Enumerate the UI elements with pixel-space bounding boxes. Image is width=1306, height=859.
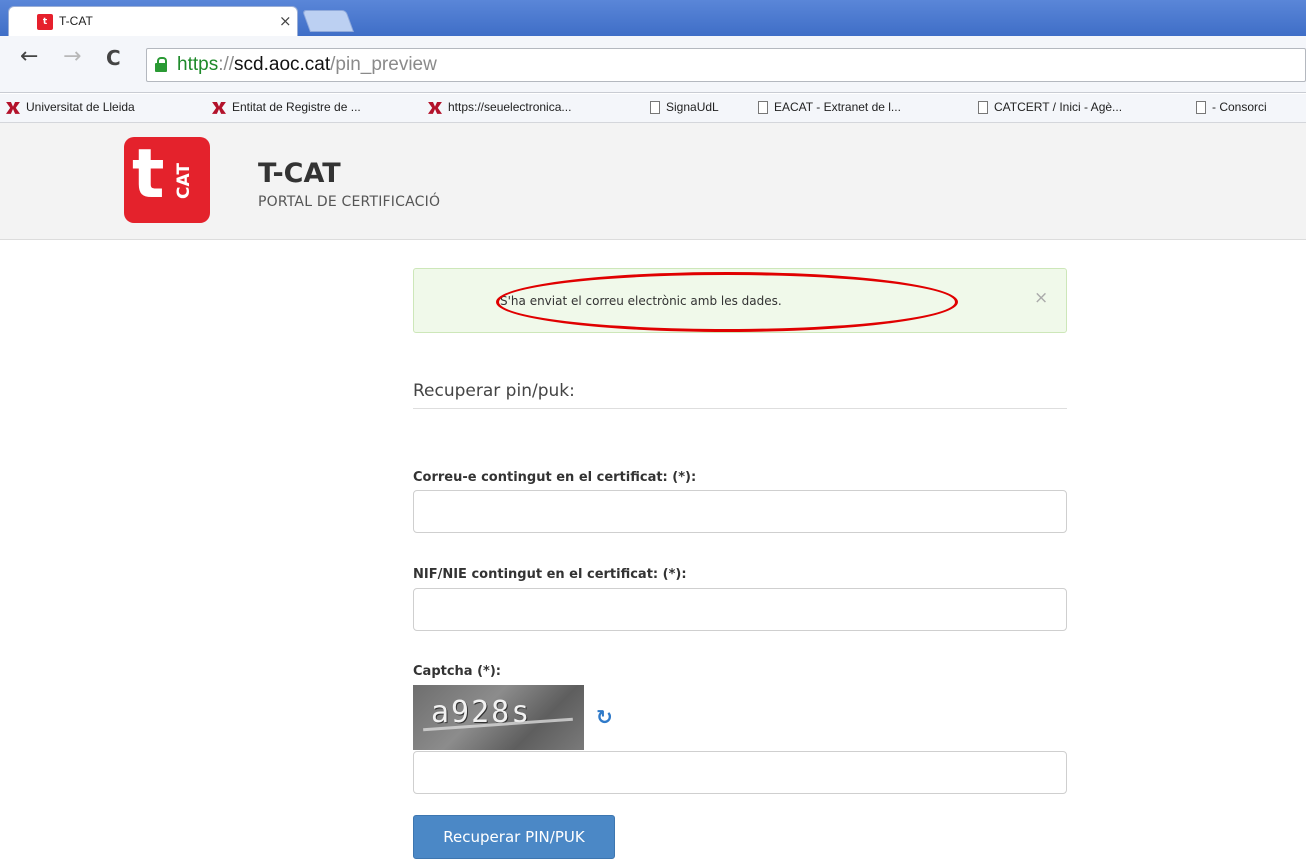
site-title: T-CAT — [258, 158, 341, 189]
bookmark-label: https://seuelectronica... — [448, 100, 572, 114]
page-icon — [650, 101, 660, 115]
bookmark-label: Universitat de Lleida — [26, 100, 135, 114]
logo-cat-text: CAT — [173, 163, 194, 199]
bookmark-item[interactable]: https://seuelectronica... — [428, 100, 571, 114]
email-label: Correu-e contingut en el certificat: (*)… — [413, 470, 697, 485]
bookmark-item[interactable]: Entitat de Registre de ... — [212, 100, 361, 114]
page-icon — [978, 101, 988, 115]
url-path: /pin_preview — [330, 54, 437, 75]
nif-field[interactable] — [413, 588, 1067, 631]
page-icon — [1196, 101, 1206, 115]
forward-arrow-icon[interactable]: → — [63, 44, 81, 69]
bookmark-label: EACAT - Extranet de l... — [774, 100, 901, 114]
bookmark-item[interactable]: EACAT - Extranet de l... — [758, 100, 901, 115]
captcha-image: a928s — [413, 685, 584, 750]
annotation-ellipse — [496, 272, 958, 332]
logo-letter: t — [132, 135, 165, 214]
lock-icon — [155, 57, 167, 72]
bookmark-item[interactable]: SignaUdL — [650, 100, 719, 115]
bookmark-item[interactable]: CATCERT / Inici - Agè... — [978, 100, 1123, 115]
captcha-field[interactable] — [413, 751, 1067, 794]
browser-tab[interactable]: t T-CAT × — [8, 6, 298, 36]
site-subtitle: PORTAL DE CERTIFICACIÓ — [258, 194, 441, 210]
tcat-logo[interactable]: t CAT — [124, 135, 210, 223]
udl-bookmark-icon — [212, 101, 226, 114]
udl-bookmark-icon — [6, 101, 20, 114]
tab-close-icon[interactable]: × — [279, 12, 292, 30]
page-icon — [758, 101, 768, 115]
bookmark-label: CATCERT / Inici - Agè... — [994, 100, 1123, 114]
form-section-title: Recuperar pin/puk: — [413, 381, 575, 401]
bookmark-label: Entitat de Registre de ... — [232, 100, 361, 114]
url-text[interactable]: https://scd.aoc.cat/pin_preview — [177, 54, 437, 76]
new-tab-button[interactable] — [301, 10, 355, 32]
captcha-label: Captcha (*): — [413, 664, 501, 679]
bookmark-label: SignaUdL — [666, 100, 719, 114]
captcha-refresh-icon[interactable]: ↻ — [596, 705, 613, 729]
tcat-favicon-icon: t — [37, 14, 53, 30]
alert-close-icon[interactable]: × — [1034, 288, 1048, 308]
recover-pin-puk-button[interactable]: Recuperar PIN/PUK — [413, 815, 615, 859]
address-bar[interactable]: https://scd.aoc.cat/pin_preview — [146, 48, 1306, 82]
reload-icon[interactable]: C — [106, 46, 121, 70]
tab-title: T-CAT — [59, 14, 93, 28]
bookmark-item[interactable]: Universitat de Lleida — [6, 100, 135, 114]
nif-label: NIF/NIE contingut en el certificat: (*): — [413, 567, 687, 582]
url-separator: :// — [218, 54, 235, 75]
url-scheme: https — [177, 54, 219, 75]
udl-bookmark-icon — [428, 101, 442, 114]
bookmark-label: - Consorci — [1212, 100, 1267, 114]
bookmark-item[interactable]: - Consorci — [1196, 100, 1267, 115]
email-field[interactable] — [413, 490, 1067, 533]
back-arrow-icon[interactable]: ← — [20, 44, 38, 69]
bookmarks-bar: Universitat de Lleida Entitat de Registr… — [0, 94, 1306, 123]
section-divider — [413, 408, 1067, 409]
url-host: scd.aoc.cat — [234, 54, 331, 75]
tab-strip: t T-CAT × — [0, 0, 1306, 36]
